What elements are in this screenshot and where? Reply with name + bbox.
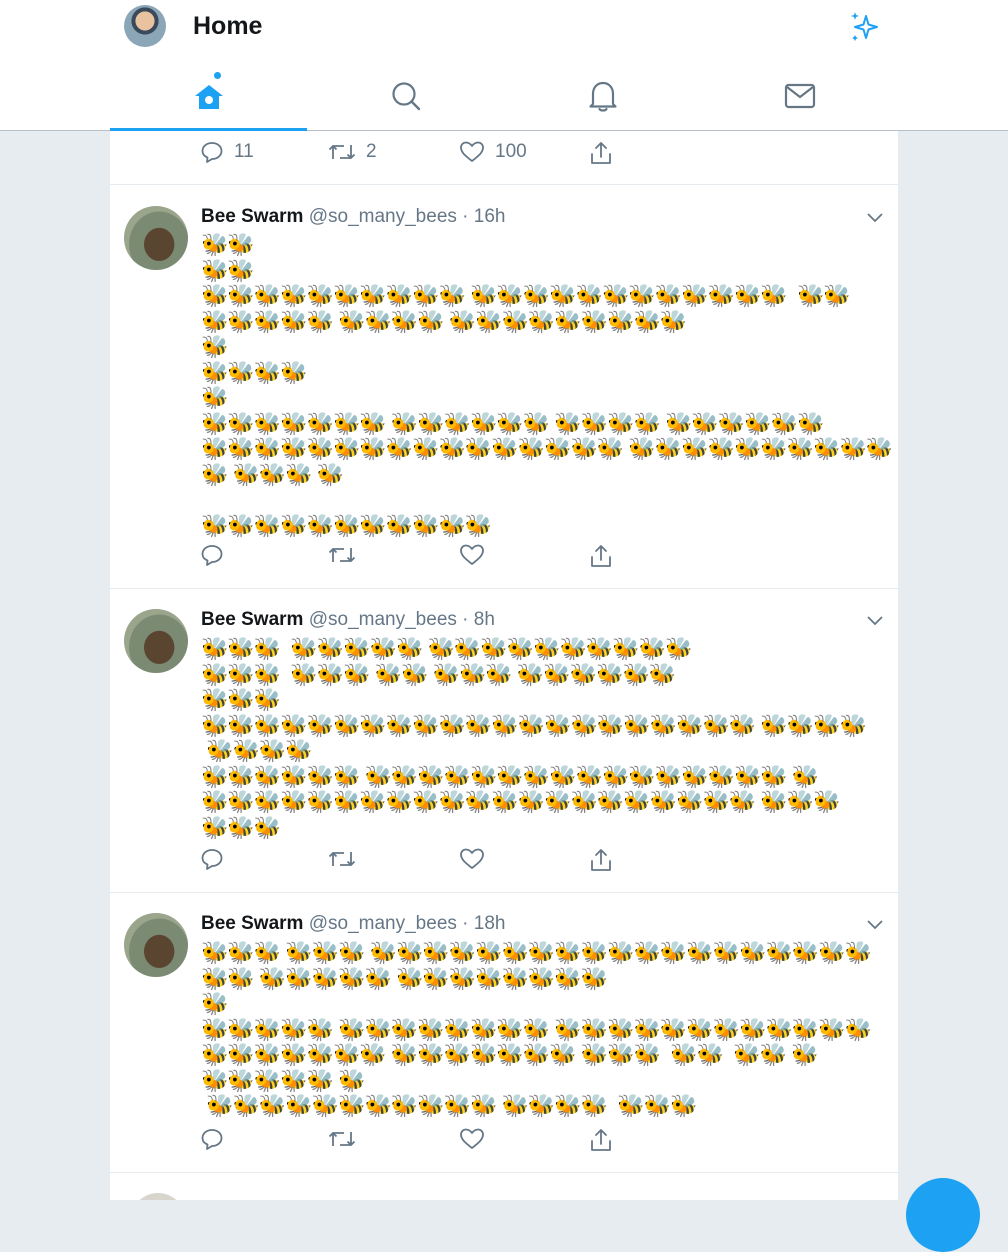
reply-icon — [201, 545, 223, 566]
tab-notifications[interactable] — [504, 62, 701, 130]
chevron-down-icon[interactable] — [866, 210, 884, 224]
divider — [110, 588, 898, 589]
like-button[interactable] — [459, 1127, 485, 1151]
reply-button[interactable] — [200, 1127, 224, 1151]
user-handle[interactable]: @so_many_bees — [309, 913, 457, 934]
retweet-button[interactable] — [328, 1127, 356, 1151]
retweet-count: 2 — [366, 141, 377, 162]
share-icon — [591, 142, 611, 164]
tweet-header: Bee Swarm @so_many_bees · 8h — [201, 609, 495, 631]
share-icon — [591, 545, 611, 567]
timestamp[interactable]: · 18h — [462, 913, 505, 934]
tweet-actions — [200, 1127, 630, 1153]
retweet-button[interactable]: 2 — [328, 140, 377, 164]
timestamp[interactable]: · 16h — [462, 206, 505, 227]
tab-search[interactable] — [307, 62, 504, 130]
like-button[interactable]: 100 — [459, 140, 527, 164]
share-button[interactable] — [589, 140, 613, 166]
retweet-icon — [328, 548, 356, 562]
tweet-actions — [200, 847, 630, 873]
divider — [110, 184, 898, 185]
tweet-header: Bee Swarm @so_many_bees · 16h — [201, 206, 505, 228]
retweet-button[interactable] — [328, 847, 356, 871]
user-handle[interactable]: @so_many_bees — [309, 206, 457, 227]
share-icon — [591, 849, 611, 871]
heart-icon — [460, 544, 484, 565]
user-avatar[interactable] — [124, 609, 188, 673]
timestamp[interactable]: · 8h — [462, 609, 495, 630]
top-bar: Home — [0, 0, 1008, 132]
notification-dot — [214, 72, 221, 79]
tab-home[interactable] — [110, 62, 307, 132]
user-avatar[interactable] — [124, 913, 188, 977]
divider — [110, 1172, 898, 1173]
display-name[interactable]: Bee Swarm — [201, 206, 303, 227]
user-handle[interactable]: @so_many_bees — [309, 609, 457, 630]
next-tweet-preview[interactable] — [110, 1191, 898, 1200]
sparkle-icon[interactable] — [848, 10, 880, 44]
heart-icon — [460, 848, 484, 869]
page-title: Home — [193, 12, 263, 40]
user-avatar[interactable] — [124, 206, 188, 270]
share-button[interactable] — [589, 1127, 613, 1153]
reply-icon — [201, 1129, 223, 1150]
retweet-icon — [328, 145, 356, 159]
retweet-button[interactable] — [328, 543, 356, 567]
home-icon — [194, 85, 223, 109]
reply-button[interactable]: 11 — [200, 140, 254, 164]
like-button[interactable] — [459, 543, 485, 567]
reply-button[interactable] — [200, 847, 224, 871]
heart-icon — [460, 1128, 484, 1149]
display-name[interactable]: Bee Swarm — [201, 913, 303, 934]
tweet-header: Bee Swarm @so_many_bees · 18h — [201, 913, 505, 935]
user-avatar[interactable] — [130, 1193, 186, 1200]
chevron-down-icon[interactable] — [866, 613, 884, 627]
divider — [110, 892, 898, 893]
tab-messages[interactable] — [701, 62, 898, 130]
chevron-down-icon[interactable] — [866, 917, 884, 931]
search-icon — [391, 82, 420, 111]
reply-button[interactable] — [200, 543, 224, 567]
heart-icon — [460, 141, 484, 162]
tweet-text: 🐝🐝🐝 🐝🐝🐝🐝🐝 🐝🐝🐝🐝🐝🐝🐝🐝🐝🐝 🐝🐝🐝 🐝🐝🐝 🐝🐝 🐝🐝🐝 🐝🐝🐝🐝… — [201, 636, 867, 840]
reply-icon — [201, 142, 223, 163]
timeline[interactable]: 11 2 100 Bee Swarm @so_many_bees · 16h 🐝… — [110, 131, 898, 1200]
profile-avatar[interactable] — [124, 5, 166, 47]
like-button[interactable] — [459, 847, 485, 871]
share-button[interactable] — [589, 543, 613, 569]
bell-icon — [588, 81, 617, 112]
mail-icon — [784, 83, 815, 109]
tweet-actions — [200, 543, 630, 569]
tweet-text: 🐝🐝🐝 🐝🐝🐝 🐝🐝🐝🐝🐝🐝🐝🐝🐝🐝🐝🐝🐝🐝🐝🐝🐝🐝🐝 🐝🐝 🐝🐝🐝🐝🐝 🐝🐝🐝… — [201, 940, 872, 1118]
reply-icon — [201, 849, 223, 870]
retweet-icon — [328, 1132, 356, 1146]
tweet-text: 🐝🐝 🐝🐝 🐝🐝🐝🐝🐝🐝🐝🐝🐝🐝 🐝🐝🐝🐝🐝🐝🐝🐝🐝🐝🐝🐝 🐝🐝 🐝🐝🐝🐝🐝 🐝… — [201, 232, 893, 538]
compose-tweet-button[interactable] — [906, 1178, 980, 1252]
retweet-icon — [328, 852, 356, 866]
tab-bar — [110, 62, 898, 132]
tweet-actions: 11 2 100 — [200, 140, 630, 166]
share-button[interactable] — [589, 847, 613, 873]
share-icon — [591, 1129, 611, 1151]
display-name[interactable]: Bee Swarm — [201, 609, 303, 630]
reply-count: 11 — [234, 141, 254, 162]
like-count: 100 — [495, 141, 527, 162]
